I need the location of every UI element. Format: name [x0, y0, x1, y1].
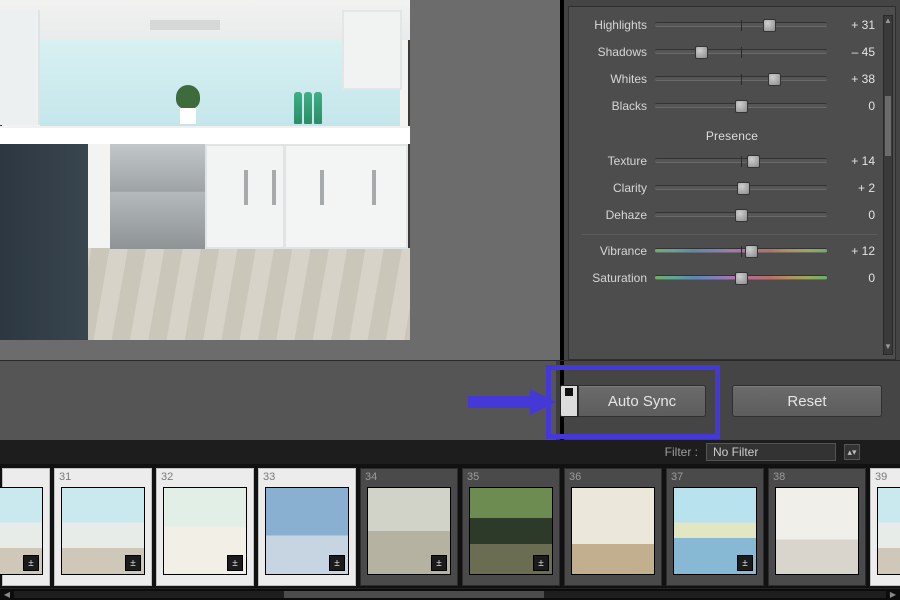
panel-scrollbar[interactable]: ▲ ▼ — [883, 15, 893, 355]
thumb-index: 36 — [569, 471, 581, 483]
slider-label: Shadows — [569, 45, 655, 59]
filmstrip-thumb[interactable]: 33 ± — [258, 468, 356, 586]
scroll-right-icon[interactable]: ▶ — [886, 589, 900, 600]
thumb-index: 32 — [161, 471, 173, 483]
thumb-index: 33 — [263, 471, 275, 483]
thumb-index: 34 — [365, 471, 377, 483]
slider-value[interactable]: 0 — [827, 271, 875, 285]
develop-badge-icon: ± — [227, 555, 243, 571]
scroll-left-icon[interactable]: ◀ — [0, 589, 14, 600]
scrollbar-thumb[interactable] — [885, 96, 891, 156]
slider-texture[interactable]: Texture + 14 — [569, 147, 895, 174]
slider-label: Highlights — [569, 18, 655, 32]
filmstrip-thumb[interactable]: 39 — [870, 468, 900, 586]
reset-button[interactable]: Reset — [732, 385, 882, 417]
slider-label: Vibrance — [569, 244, 655, 258]
thumb-index: 39 — [875, 471, 887, 483]
slider-value[interactable]: + 14 — [827, 154, 875, 168]
filmstrip-thumb[interactable]: 35 ± — [462, 468, 560, 586]
slider-track[interactable] — [655, 275, 827, 280]
develop-badge-icon: ± — [23, 555, 39, 571]
slider-label: Saturation — [569, 271, 655, 285]
filmstrip-thumb[interactable]: ± — [2, 468, 50, 586]
slider-label: Whites — [569, 72, 655, 86]
slider-value[interactable]: + 2 — [827, 181, 875, 195]
slider-clarity[interactable]: Clarity + 2 — [569, 174, 895, 201]
slider-value[interactable]: + 31 — [827, 18, 875, 32]
slider-label: Clarity — [569, 181, 655, 195]
thumb-index: 35 — [467, 471, 479, 483]
filmstrip-thumb[interactable]: 34 ± — [360, 468, 458, 586]
slider-shadows[interactable]: Shadows – 45 — [569, 38, 895, 65]
slider-track[interactable] — [655, 158, 827, 163]
develop-badge-icon: ± — [125, 555, 141, 571]
develop-panel: Highlights + 31 Shadows – 45 Whites + 38… — [560, 0, 900, 360]
action-bar: Auto Sync Reset — [0, 360, 900, 440]
annotation-highlight — [546, 365, 720, 439]
filmstrip-thumb[interactable]: 31 ± — [54, 468, 152, 586]
slider-value[interactable]: – 45 — [827, 45, 875, 59]
filmstrip-thumb[interactable]: 36 — [564, 468, 662, 586]
slider-blacks[interactable]: Blacks 0 — [569, 92, 895, 119]
slider-dehaze[interactable]: Dehaze 0 — [569, 201, 895, 228]
filter-select[interactable]: No Filter — [706, 443, 836, 461]
scroll-up-icon[interactable]: ▲ — [884, 16, 892, 28]
thumb-image — [877, 487, 900, 575]
scroll-down-icon[interactable]: ▼ — [884, 342, 892, 354]
slider-highlights[interactable]: Highlights + 31 — [569, 11, 895, 38]
slider-value[interactable]: + 38 — [827, 72, 875, 86]
annotation-arrow-icon — [468, 389, 556, 413]
slider-label: Dehaze — [569, 208, 655, 222]
slider-label: Texture — [569, 154, 655, 168]
thumb-index: 31 — [59, 471, 71, 483]
scrollbar-thumb[interactable] — [284, 591, 544, 598]
preview-image — [0, 0, 410, 340]
group-title-presence: Presence — [569, 119, 895, 147]
thumb-image — [571, 487, 655, 575]
thumb-index: 38 — [773, 471, 785, 483]
slider-track[interactable] — [655, 185, 827, 190]
slider-vibrance[interactable]: Vibrance + 12 — [569, 237, 895, 264]
photo-preview[interactable] — [0, 0, 410, 340]
filmstrip-thumb[interactable]: 37 ± — [666, 468, 764, 586]
slider-value[interactable]: 0 — [827, 208, 875, 222]
thumb-image — [775, 487, 859, 575]
slider-track[interactable] — [655, 76, 827, 81]
filter-label: Filter : — [665, 445, 698, 459]
preview-area — [0, 0, 560, 360]
develop-badge-icon: ± — [533, 555, 549, 571]
slider-track[interactable] — [655, 248, 827, 253]
slider-value[interactable]: + 12 — [827, 244, 875, 258]
slider-whites[interactable]: Whites + 38 — [569, 65, 895, 92]
thumb-index: 37 — [671, 471, 683, 483]
filmstrip-area: Filter : No Filter ▴▾ ±31 ±32 ±33 ±34 ±35 ±36… — [0, 440, 900, 600]
slider-saturation[interactable]: Saturation 0 — [569, 264, 895, 291]
filmstrip[interactable]: ±31 ±32 ±33 ±34 ±35 ±36 37 ±38 39 — [0, 468, 900, 586]
filter-bar: Filter : No Filter ▴▾ — [0, 440, 900, 464]
filmstrip-thumb[interactable]: 32 ± — [156, 468, 254, 586]
slider-track[interactable] — [655, 103, 827, 108]
slider-track[interactable] — [655, 212, 827, 217]
develop-badge-icon: ± — [329, 555, 345, 571]
develop-badge-icon: ± — [737, 555, 753, 571]
develop-badge-icon: ± — [431, 555, 447, 571]
filter-dropdown-icon[interactable]: ▴▾ — [844, 444, 860, 460]
filmstrip-thumb[interactable]: 38 — [768, 468, 866, 586]
filmstrip-scrollbar[interactable]: ◀ ▶ — [0, 588, 900, 600]
slider-label: Blacks — [569, 99, 655, 113]
separator — [581, 234, 877, 235]
slider-track[interactable] — [655, 49, 827, 54]
slider-track[interactable] — [655, 22, 827, 27]
slider-value[interactable]: 0 — [827, 99, 875, 113]
